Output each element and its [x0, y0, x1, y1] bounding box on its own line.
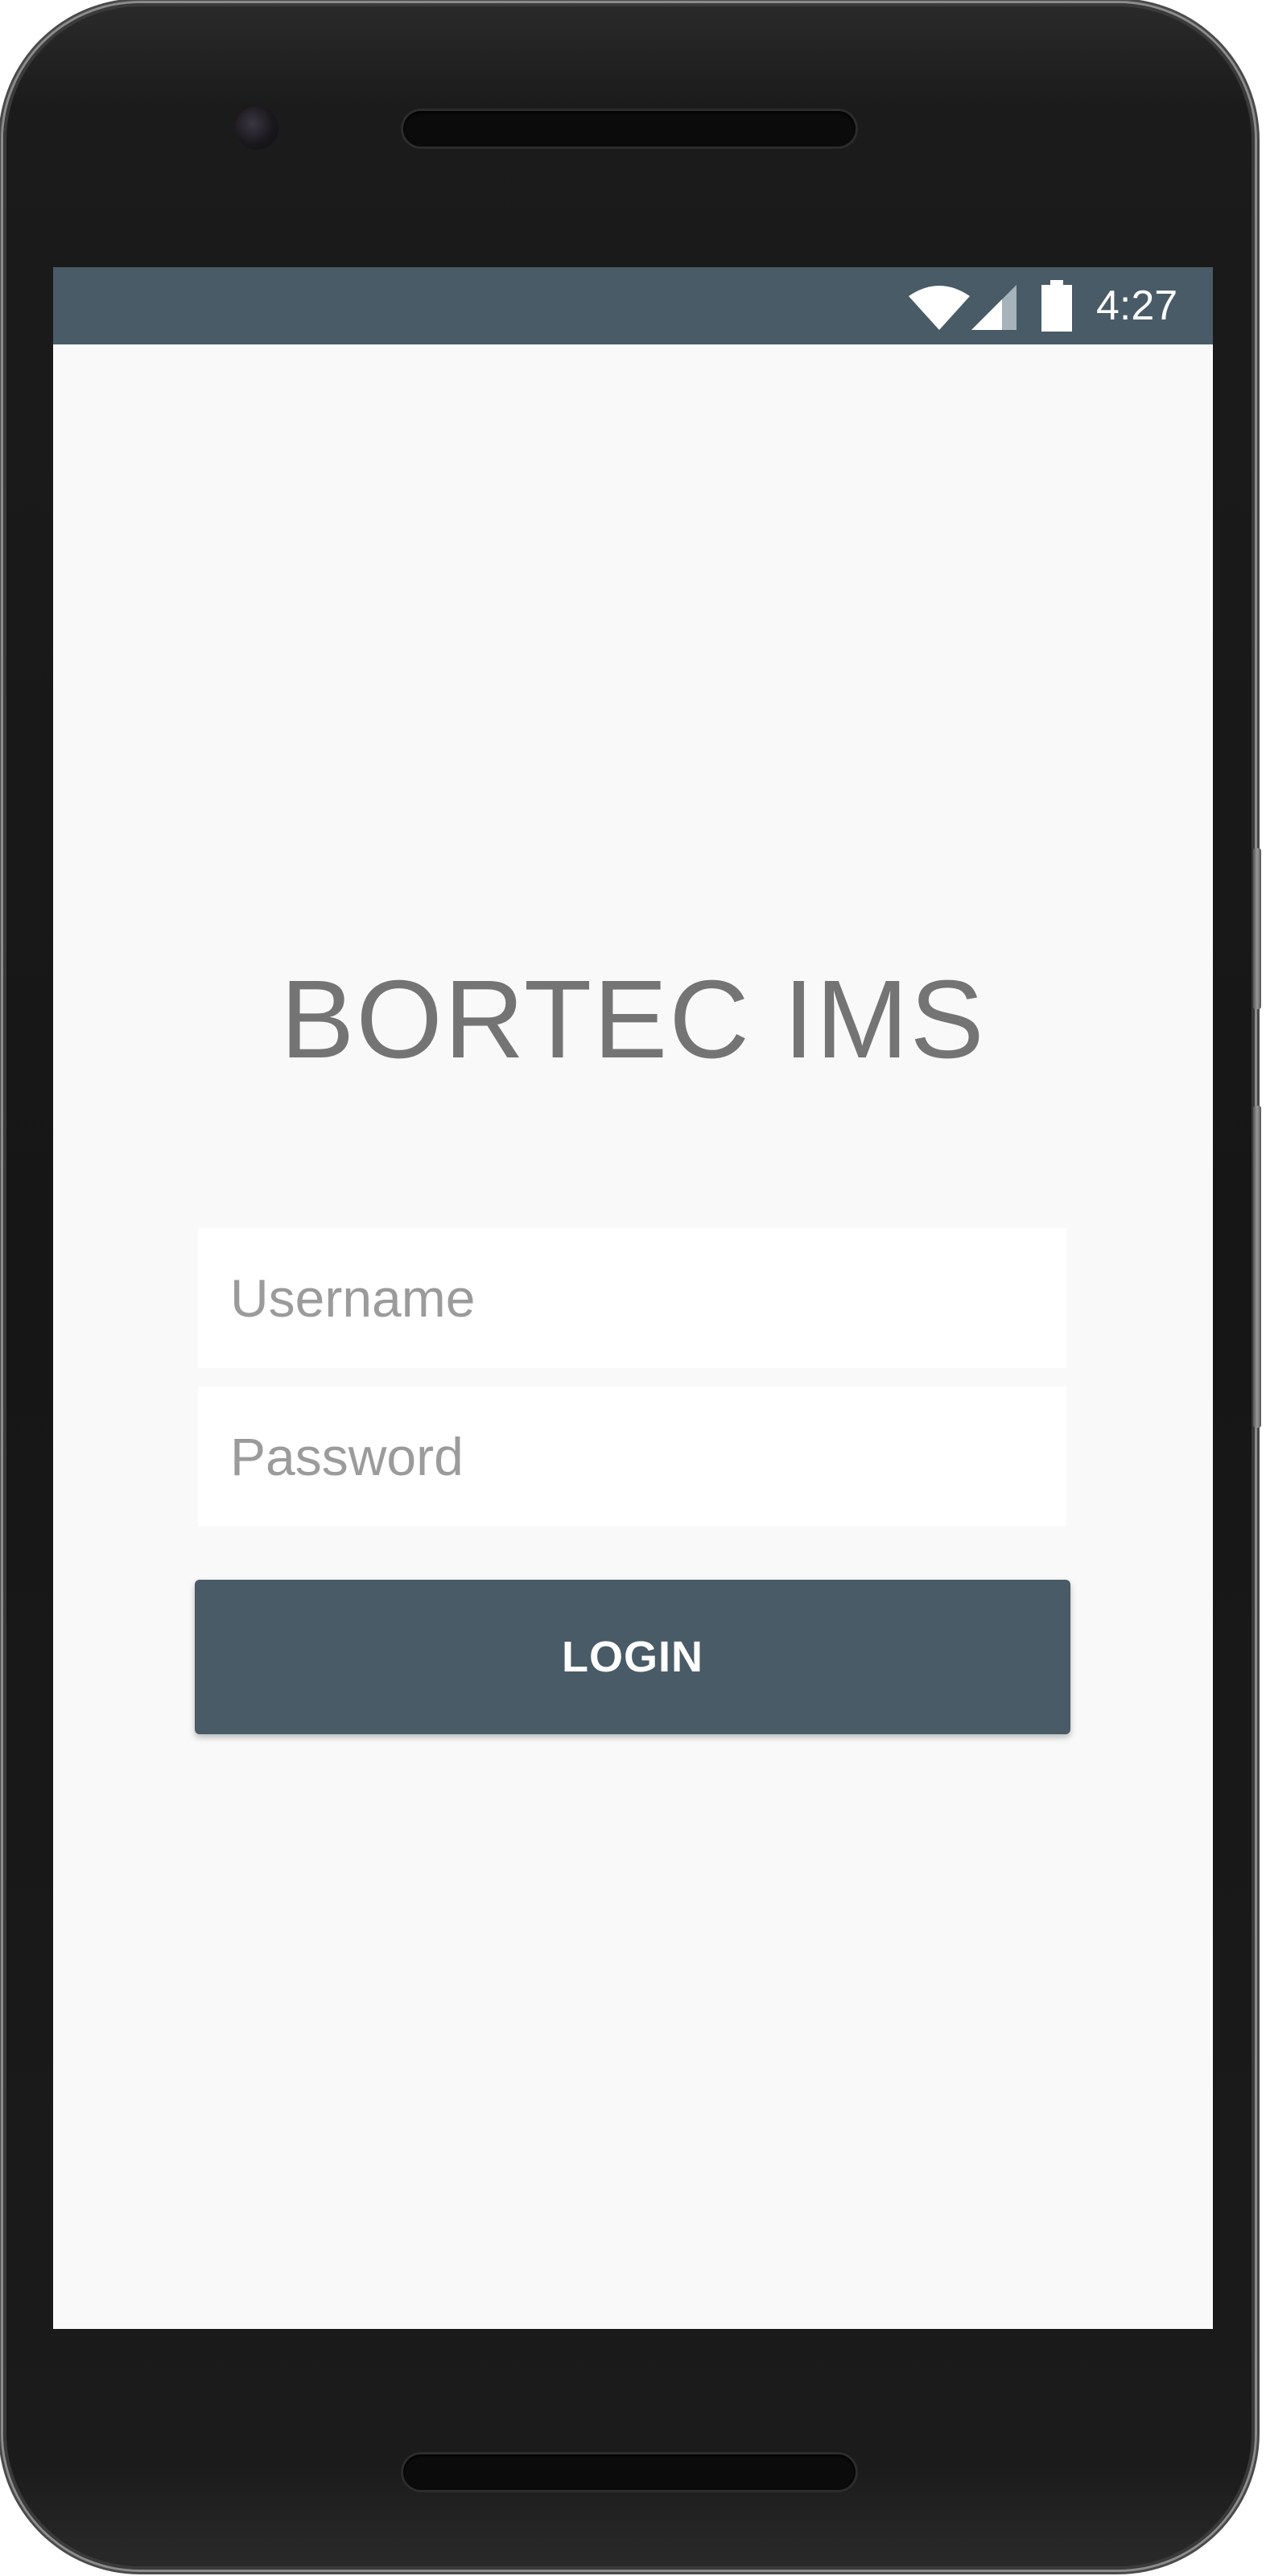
phone-frame: 4:27 BORTEC IMS LOGIN: [3, 3, 1261, 2570]
volume-button: [1253, 1106, 1261, 1428]
login-button[interactable]: LOGIN: [195, 1580, 1070, 1734]
status-time: 4:27: [1096, 282, 1178, 329]
top-speaker-grille: [403, 111, 856, 146]
username-field[interactable]: [198, 1228, 1066, 1368]
wifi-icon: [909, 286, 970, 330]
app-title: BORTEC IMS: [280, 958, 986, 1082]
cellular-signal-icon: [971, 285, 1017, 330]
app-screen: 4:27 BORTEC IMS LOGIN: [53, 267, 1213, 2329]
battery-icon: [1041, 280, 1072, 332]
password-field[interactable]: [198, 1387, 1066, 1527]
power-button: [1253, 848, 1261, 1009]
front-camera: [235, 106, 278, 150]
status-bar: 4:27: [53, 267, 1213, 344]
bottom-speaker-grille: [403, 2454, 856, 2490]
